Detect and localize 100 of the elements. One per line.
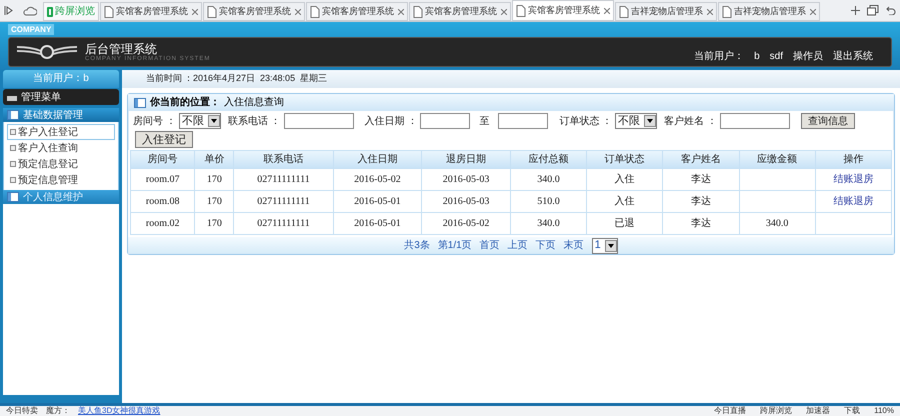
- caret-icon: [604, 240, 617, 252]
- close-icon[interactable]: [398, 8, 404, 14]
- status-item[interactable]: 下载: [844, 405, 860, 416]
- time-label: 当前时间: [146, 72, 182, 86]
- column-header: 操作: [815, 150, 892, 168]
- phone-icon: [47, 6, 53, 16]
- user-name: sdf: [770, 50, 783, 64]
- table-cell: 已退: [614, 218, 635, 229]
- panel-icon: [7, 192, 19, 202]
- caret-icon: [208, 115, 220, 127]
- page-icon: [104, 6, 114, 18]
- table-cell: room.02: [146, 218, 180, 229]
- bullet-icon: [10, 161, 16, 167]
- user-label: 当前用户：: [694, 50, 744, 64]
- current-user-label: 当前用户：b: [3, 70, 119, 88]
- room-label: 房间号 ：: [133, 114, 176, 128]
- status-item[interactable]: 今日直播: [714, 405, 746, 416]
- forward-icon[interactable]: [4, 6, 13, 15]
- page-link[interactable]: 上页: [508, 238, 528, 253]
- bullet-icon: [10, 129, 16, 135]
- column-header: 订单状态: [586, 150, 663, 168]
- browser-tab[interactable]: 吉祥宠物店管理系: [615, 2, 717, 21]
- column-header: 退房日期: [422, 150, 510, 168]
- browser-tab[interactable]: 宾馆客房管理系统: [409, 2, 511, 21]
- menu-item[interactable]: 客户入住登记: [7, 124, 115, 140]
- close-icon[interactable]: [604, 8, 610, 14]
- bullet-icon: [10, 145, 16, 151]
- column-header: 房间号: [130, 150, 195, 168]
- breadcrumb-label: 你当前的位置：: [150, 96, 220, 110]
- date-from-field[interactable]: [420, 113, 470, 129]
- status-text[interactable]: 魔方：: [46, 405, 70, 416]
- add-tab-icon[interactable]: [851, 6, 860, 15]
- table-cell: 340.0: [766, 218, 788, 229]
- browser-tab[interactable]: 吉祥宠物店管理系: [718, 2, 820, 21]
- table-cell: 2016-05-03: [442, 174, 490, 185]
- menu-item[interactable]: 预定信息登记: [7, 156, 115, 172]
- close-icon[interactable]: [295, 8, 301, 14]
- undo-icon[interactable]: [886, 6, 896, 15]
- table-cell: 入住: [614, 174, 635, 185]
- page-link[interactable]: 末页: [564, 238, 584, 253]
- ad-link[interactable]: 美人鱼3D女神很真游戏: [78, 405, 160, 416]
- status-label: 订单状态 ：: [559, 114, 612, 128]
- name-label: 客户姓名 ：: [664, 114, 717, 128]
- page-link[interactable]: 下页: [536, 238, 556, 253]
- checkin-button[interactable]: 入住登记: [135, 131, 193, 148]
- close-icon[interactable]: [501, 8, 507, 14]
- table-cell: 李达: [690, 196, 711, 207]
- close-icon[interactable]: [192, 8, 198, 14]
- browser-tab[interactable]: 宾馆客房管理系统: [100, 2, 202, 21]
- column-header: 客户姓名: [662, 150, 740, 168]
- phone-field[interactable]: [284, 113, 354, 129]
- page-icon: [413, 6, 423, 18]
- room-select[interactable]: 不限: [178, 113, 221, 129]
- search-button[interactable]: 查询信息: [800, 113, 855, 129]
- breadcrumb-page: 入住信息查询: [224, 96, 284, 110]
- page-icon: [516, 4, 526, 16]
- table-cell: 02711111111: [257, 174, 310, 185]
- logout-link[interactable]: 退出系统: [833, 48, 873, 64]
- table-cell: 2016-05-03: [442, 196, 490, 207]
- column-header: 入住日期: [333, 150, 422, 168]
- cloud-icon[interactable]: [23, 6, 37, 16]
- status-text[interactable]: 今日特卖: [6, 405, 38, 416]
- table-cell: 170: [206, 174, 222, 185]
- status-item[interactable]: 加速器: [806, 405, 830, 416]
- close-icon[interactable]: [707, 8, 713, 14]
- status-select[interactable]: 不限: [615, 113, 658, 129]
- windows-icon[interactable]: [867, 5, 879, 16]
- caret-icon: [644, 115, 656, 127]
- table-cell: 2016-05-02: [442, 218, 490, 229]
- menu-item[interactable]: 客户入住查询: [7, 140, 115, 156]
- browser-tab[interactable]: 宾馆客房管理系统: [512, 0, 614, 21]
- user-id: b: [754, 50, 760, 64]
- page-icon: [619, 6, 629, 18]
- page-icon: [207, 6, 217, 18]
- table-cell: 李达: [690, 174, 711, 185]
- date-to-field[interactable]: [498, 113, 548, 129]
- status-item[interactable]: 跨屏浏览: [760, 405, 792, 416]
- name-field[interactable]: [720, 113, 790, 129]
- date-label: 入住日期 ：: [364, 114, 418, 128]
- menu-item[interactable]: 预定信息管理: [7, 172, 115, 188]
- status-item[interactable]: 110%: [874, 405, 894, 416]
- table-cell: 2016-05-02: [354, 174, 401, 185]
- company-badge: COMPANY: [8, 24, 54, 35]
- column-header: 联系电话: [234, 150, 334, 168]
- page-icon: [722, 6, 732, 18]
- table-cell: 2016-05-01: [354, 196, 401, 207]
- system-title: 后台管理系统: [85, 42, 158, 54]
- page-select[interactable]: 1: [592, 238, 618, 254]
- panel-icon: [7, 110, 19, 120]
- menu-title: 管理菜单: [21, 90, 61, 104]
- page-icon: [310, 6, 320, 18]
- table-cell: 340.0: [537, 174, 560, 185]
- menu-group-header[interactable]: 基础数据管理: [3, 108, 119, 122]
- close-icon[interactable]: [810, 8, 816, 14]
- table-cell: 02711111111: [257, 218, 310, 229]
- page-link[interactable]: 首页: [480, 238, 500, 253]
- table-cell: 170: [206, 196, 222, 207]
- browser-tab[interactable]: 宾馆客房管理系统: [203, 2, 305, 21]
- table-cell: 02711111111: [257, 196, 310, 207]
- browser-tab[interactable]: 宾馆客房管理系统: [306, 2, 408, 21]
